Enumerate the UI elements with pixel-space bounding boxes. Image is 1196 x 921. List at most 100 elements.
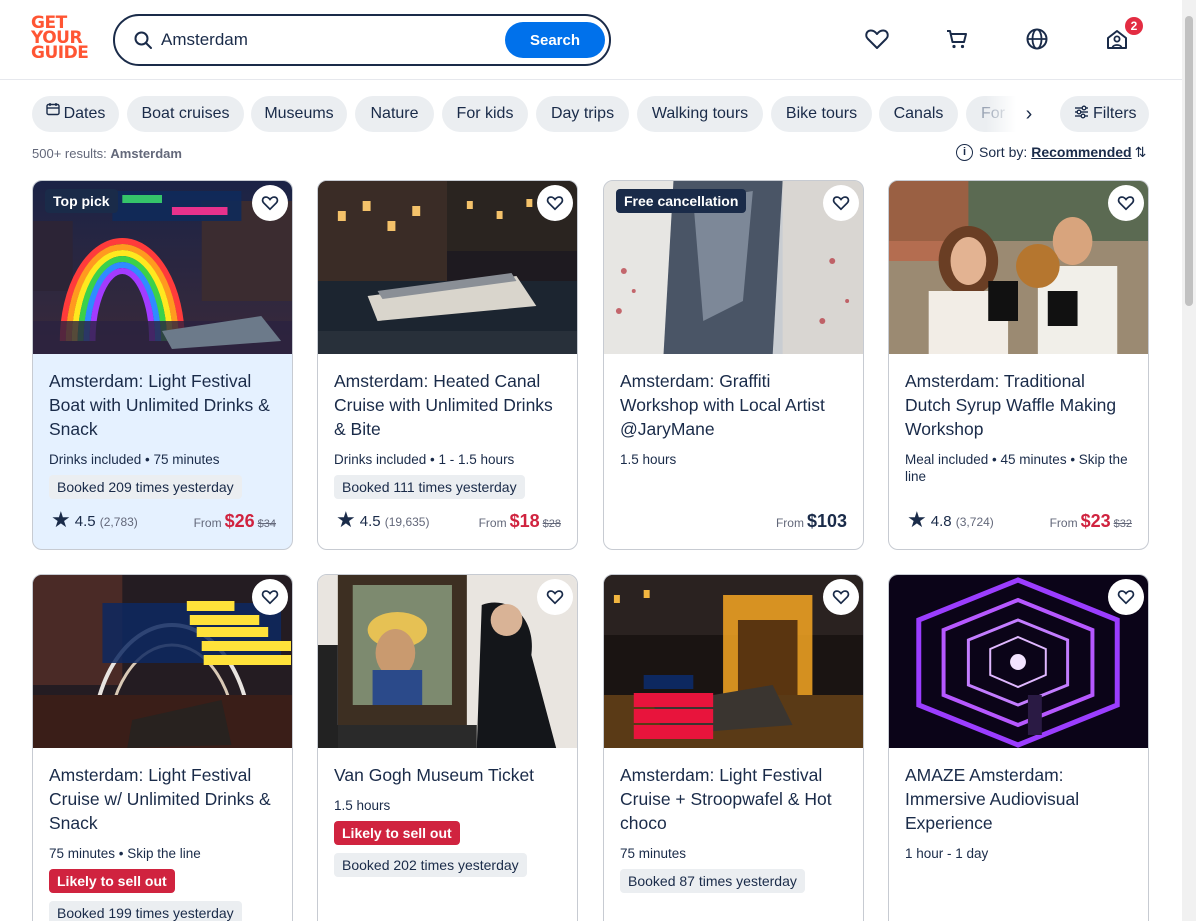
page-scrollbar[interactable]: [1182, 0, 1196, 921]
price-value: $18: [509, 511, 540, 531]
chip-dates[interactable]: Dates: [32, 96, 119, 132]
search-icon: [133, 30, 153, 50]
activity-title[interactable]: AMAZE Amsterdam: Immersive Audiovisual E…: [905, 763, 1133, 835]
price-value: $23: [1080, 511, 1111, 531]
activity-meta: 1.5 hours: [334, 798, 391, 813]
sort-value[interactable]: Recommended: [1031, 144, 1131, 160]
calendar-icon: [45, 94, 60, 130]
chip-partial[interactable]: For: [966, 96, 1016, 132]
chip-label: Day trips: [550, 105, 615, 122]
search-button[interactable]: Search: [505, 22, 605, 58]
filters-button[interactable]: Filters: [1060, 96, 1149, 132]
activity-card[interactable]: Amsterdam: Traditional Dutch Syrup Waffl…: [888, 180, 1149, 550]
heart-icon: [1117, 196, 1135, 211]
sort-label: Sort by:: [979, 144, 1028, 160]
booked-badge: Booked 111 times yesterday: [334, 475, 525, 499]
rating-value: 4.5: [359, 512, 381, 530]
heart-icon[interactable]: [864, 26, 890, 52]
chip-label: Museums: [264, 105, 334, 122]
chip-label: For kids: [456, 105, 514, 122]
likely-to-sell-out-badge: Likely to sell out: [49, 869, 175, 893]
activity-title[interactable]: Amsterdam: Traditional Dutch Syrup Waffl…: [905, 369, 1133, 441]
booked-badge: Booked 87 times yesterday: [620, 869, 805, 893]
wishlist-button[interactable]: [537, 185, 573, 221]
wishlist-button[interactable]: [823, 185, 859, 221]
price-value: $26: [224, 511, 255, 531]
activity-title[interactable]: Amsterdam: Light Festival Cruise w/ Unli…: [49, 763, 277, 835]
activity-title[interactable]: Amsterdam: Graffiti Workshop with Local …: [620, 369, 848, 441]
wishlist-button[interactable]: [537, 579, 573, 615]
activity-card[interactable]: Amsterdam: Light Festival Cruise w/ Unli…: [32, 574, 293, 921]
price: From $103: [776, 511, 847, 532]
booked-badge: Booked 209 times yesterday: [49, 475, 242, 499]
star-icon: ★: [51, 507, 71, 532]
chip-label: Canals: [893, 105, 944, 122]
price: From $18 $28: [479, 511, 561, 532]
search-input[interactable]: [161, 26, 501, 54]
old-price: $28: [542, 518, 561, 530]
wishlist-button[interactable]: [252, 185, 288, 221]
price-value: $103: [806, 511, 847, 531]
chip-museums[interactable]: Museums: [251, 96, 347, 132]
star-icon: ★: [907, 507, 927, 532]
heart-icon: [1117, 590, 1135, 605]
activity-card[interactable]: Top pick Amsterdam: Light Festival Boat …: [32, 180, 293, 550]
wishlist-button[interactable]: [823, 579, 859, 615]
activity-card[interactable]: AMAZE Amsterdam: Immersive Audiovisual E…: [888, 574, 1149, 921]
results-query: Amsterdam: [110, 146, 182, 161]
site-header: GET YOUR GUIDE Search 2: [0, 0, 1182, 80]
chevron-right-icon[interactable]: ›: [1016, 100, 1042, 128]
sort-control[interactable]: i Sort by: Recommended ⇅: [956, 143, 1146, 161]
cart-count-badge: 2: [1125, 17, 1143, 35]
scrollbar-thumb[interactable]: [1185, 16, 1193, 306]
chip-bike-tours[interactable]: Bike tours: [771, 96, 872, 132]
heart-icon: [546, 590, 564, 605]
info-icon[interactable]: i: [956, 143, 973, 161]
rating: ★ 4.8 (3,724): [907, 507, 994, 535]
chip-day-trips[interactable]: Day trips: [536, 96, 629, 132]
wishlist-button[interactable]: [1108, 579, 1144, 615]
chip-for-kids[interactable]: For kids: [442, 96, 528, 132]
results-count-text: 500+ results:: [32, 146, 107, 161]
rating-value: 4.8: [930, 512, 952, 530]
chip-label: Dates: [63, 105, 106, 122]
price: From $26 $34: [194, 511, 276, 532]
search-bar: Search: [113, 14, 611, 66]
chip-walking-tours[interactable]: Walking tours: [637, 96, 763, 132]
activity-title[interactable]: Amsterdam: Light Festival Cruise + Stroo…: [620, 763, 848, 835]
globe-icon[interactable]: [1024, 26, 1050, 52]
free-cancellation-badge: Free cancellation: [616, 189, 747, 213]
activity-meta: Drinks included • 75 minutes: [49, 452, 220, 467]
activity-card[interactable]: Amsterdam: Heated Canal Cruise with Unli…: [317, 180, 578, 550]
activity-title[interactable]: Van Gogh Museum Ticket: [334, 763, 562, 787]
activity-title[interactable]: Amsterdam: Light Festival Boat with Unli…: [49, 369, 277, 441]
activity-meta: Drinks included • 1 - 1.5 hours: [334, 452, 515, 467]
chip-label: Walking tours: [651, 105, 749, 122]
activity-meta: 1 hour - 1 day: [905, 846, 989, 861]
rating: ★ 4.5 (2,783): [51, 507, 138, 535]
review-count: (2,783): [99, 514, 138, 529]
price-from-label: From: [775, 516, 804, 530]
heart-icon: [546, 196, 564, 211]
getyourguide-logo[interactable]: GET YOUR GUIDE: [31, 15, 91, 64]
logo-line-3: GUIDE: [31, 43, 89, 63]
old-price: $34: [257, 518, 276, 530]
wishlist-button[interactable]: [252, 579, 288, 615]
results-count: 500+ results: Amsterdam: [32, 146, 182, 161]
star-icon: ★: [336, 507, 356, 532]
chip-nature[interactable]: Nature: [355, 96, 434, 132]
activity-card[interactable]: Van Gogh Museum Ticket 1.5 hours Likely …: [317, 574, 578, 921]
chip-label: Bike tours: [785, 105, 858, 122]
wishlist-button[interactable]: [1108, 185, 1144, 221]
activity-card[interactable]: Free cancellation Amsterdam: Graffiti Wo…: [603, 180, 864, 550]
heart-icon: [261, 590, 279, 605]
activity-meta: 1.5 hours: [620, 452, 677, 467]
activity-title[interactable]: Amsterdam: Heated Canal Cruise with Unli…: [334, 369, 562, 441]
activity-card[interactable]: Amsterdam: Light Festival Cruise + Stroo…: [603, 574, 864, 921]
chip-boat-cruises[interactable]: Boat cruises: [127, 96, 244, 132]
price: From $23 $32: [1050, 511, 1132, 532]
heart-icon: [261, 196, 279, 211]
cart-icon[interactable]: [944, 26, 970, 52]
chip-label: Nature: [370, 105, 419, 122]
chip-canals[interactable]: Canals: [879, 96, 958, 132]
